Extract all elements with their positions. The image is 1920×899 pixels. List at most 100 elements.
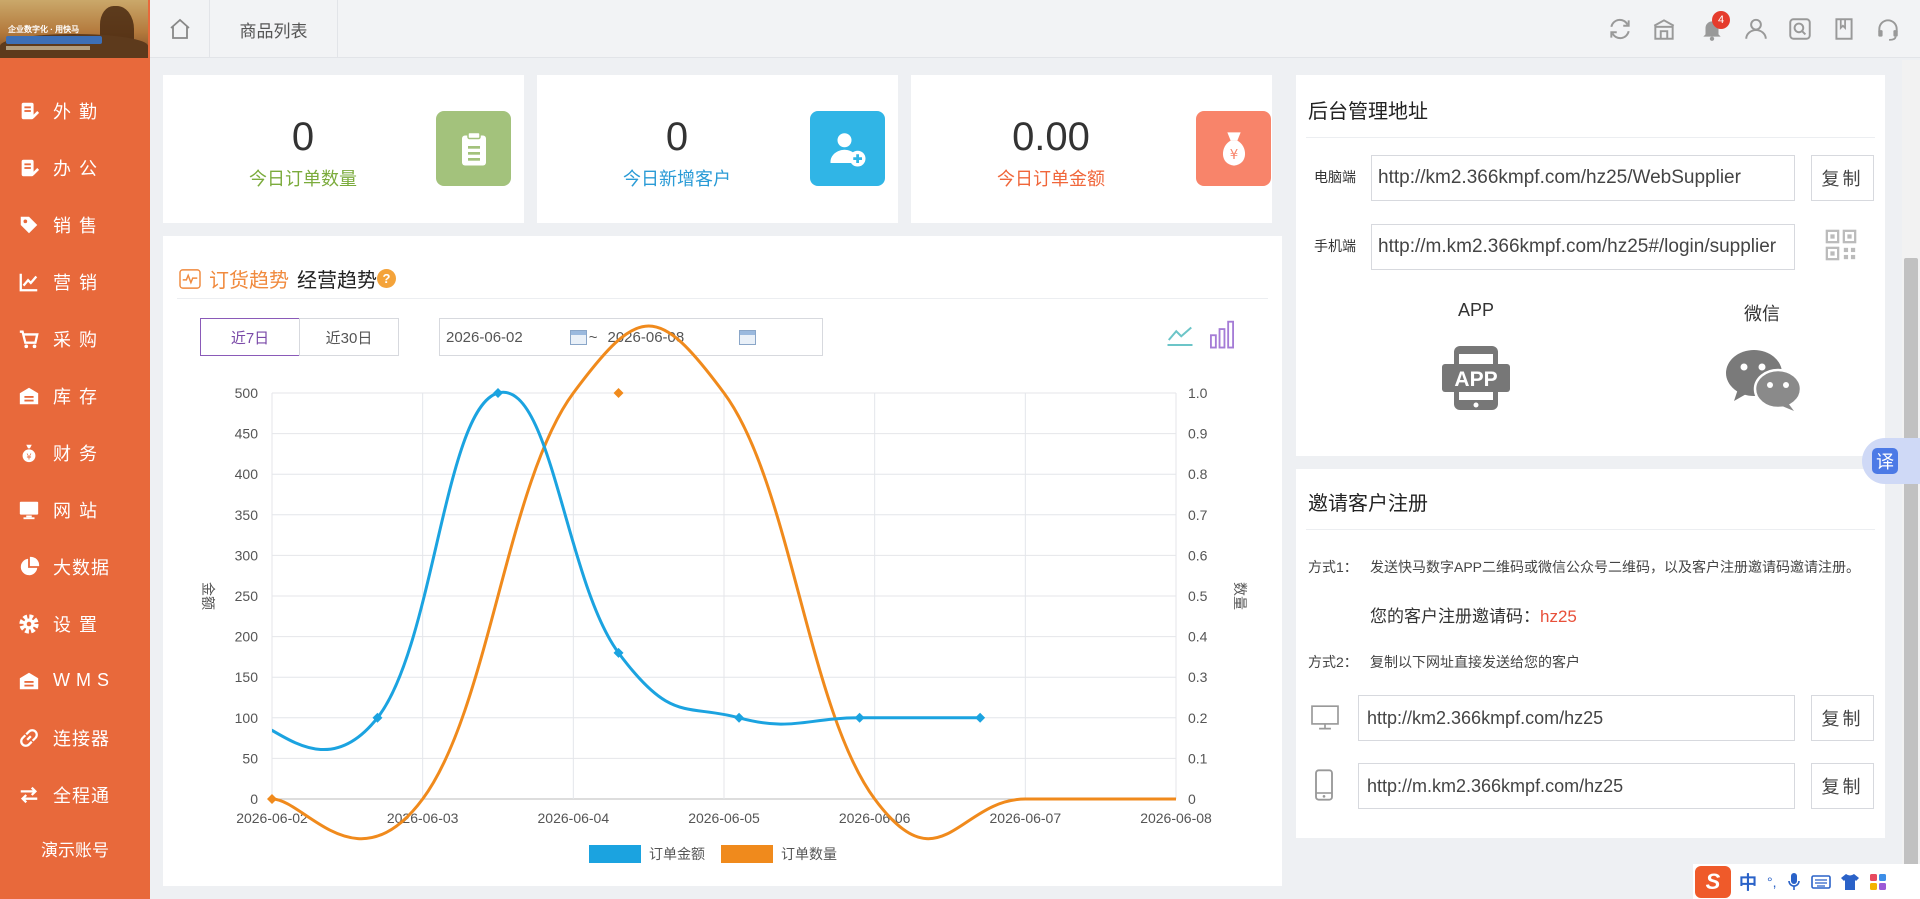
sidebar-item-marketing[interactable]: 营销 bbox=[0, 253, 150, 310]
demo-account-link[interactable]: 演示账号 bbox=[0, 836, 150, 861]
y-left-tick-label: 0 bbox=[250, 791, 258, 807]
transfer-icon bbox=[20, 786, 38, 803]
invite-code-line: 您的客户注册邀请码：hz25 bbox=[1370, 602, 1577, 627]
keyboard-icon[interactable] bbox=[1810, 874, 1831, 890]
sidebar-item-label: 全程通 bbox=[53, 785, 110, 806]
tab-order-trend[interactable]: 订货趋势 bbox=[209, 264, 289, 293]
cart-icon bbox=[19, 330, 39, 348]
ime-language[interactable]: 中 bbox=[1739, 869, 1757, 895]
sidebar-item-sales[interactable]: 销售 bbox=[0, 196, 150, 253]
sidebar-item-label: 网站 bbox=[53, 500, 105, 521]
invite-mobile-url-field[interactable]: http://m.km2.366kmpf.com/hz25 bbox=[1358, 763, 1795, 809]
add-user-icon bbox=[810, 111, 885, 186]
bar-chart-icon bbox=[1210, 320, 1235, 349]
date-from[interactable]: 2026-06-02 bbox=[446, 329, 523, 346]
sidebar-item-inventory[interactable]: 库存 bbox=[0, 367, 150, 424]
app-download-icon[interactable]: APP bbox=[1440, 342, 1512, 414]
money-bag-icon: ¥ bbox=[22, 444, 36, 462]
date-range-picker[interactable]: 2026-06-02 ~ 2026-06-08 bbox=[439, 318, 823, 356]
tab-product-list[interactable]: 商品列表 bbox=[210, 0, 338, 58]
toolbox-icon[interactable] bbox=[1869, 873, 1887, 891]
search-button[interactable] bbox=[1785, 14, 1815, 44]
sidebar-item-all-process[interactable]: 全程通 bbox=[0, 766, 150, 823]
sidebar-item-office[interactable]: 办公 bbox=[0, 139, 150, 196]
range-7-days-button[interactable]: 近7日 bbox=[200, 318, 300, 356]
panel-title: 邀请客户注册 bbox=[1308, 493, 1428, 515]
invite-code-label: 您的客户注册邀请码： bbox=[1370, 607, 1540, 626]
sogou-logo-icon[interactable]: S bbox=[1695, 865, 1731, 898]
range-30-days-button[interactable]: 近30日 bbox=[299, 318, 399, 356]
scrollbar-thumb[interactable] bbox=[1904, 258, 1918, 899]
admin-pc-url-field[interactable]: http://km2.366kmpf.com/hz25/WebSupplier bbox=[1371, 155, 1795, 201]
manual-button[interactable] bbox=[1829, 14, 1859, 44]
data-point-order-quantity bbox=[613, 388, 624, 398]
copy-invite-mobile-url-button[interactable]: 复制 bbox=[1811, 763, 1874, 809]
user-button[interactable] bbox=[1741, 14, 1771, 44]
y-left-axis-title: 金额 bbox=[199, 582, 215, 610]
microphone-icon[interactable] bbox=[1787, 872, 1801, 892]
copy-pc-url-button[interactable]: 复制 bbox=[1811, 155, 1874, 201]
wechat-label: 微信 bbox=[1744, 304, 1780, 324]
sidebar-item-connector[interactable]: 连接器 bbox=[0, 709, 150, 766]
invite-panel: 邀请客户注册 方式1： 发送快马数字APP二维码或微信公众号二维码，以及客户注册… bbox=[1296, 469, 1885, 838]
sidebar-item-settings[interactable]: 设置 bbox=[0, 595, 150, 652]
data-point-order-amount bbox=[854, 712, 865, 723]
stat-value: 0 bbox=[665, 115, 689, 159]
calendar-icon[interactable] bbox=[739, 329, 757, 345]
sidebar-item-label: 库存 bbox=[53, 386, 105, 407]
y-right-tick-label: 0.5 bbox=[1188, 588, 1208, 604]
wechat-icon[interactable] bbox=[1724, 347, 1804, 413]
stat-value: 0 bbox=[291, 115, 315, 159]
data-point-order-amount bbox=[493, 388, 503, 398]
help-icon[interactable]: ? bbox=[377, 269, 396, 288]
notifications-button[interactable]: 4 bbox=[1697, 11, 1730, 44]
sidebar-item-label: 采购 bbox=[53, 329, 105, 350]
sidebar-item-purchase[interactable]: 采购 bbox=[0, 310, 150, 367]
qr-code-icon[interactable] bbox=[1824, 228, 1858, 262]
legend-swatch-order-quantity bbox=[721, 845, 773, 863]
sidebar-item-website[interactable]: 网站 bbox=[0, 481, 150, 538]
y-left-tick-label: 50 bbox=[242, 750, 258, 766]
company-logo[interactable]: 企业数字化 · 用快马 bbox=[0, 0, 148, 58]
line-chart-icon bbox=[1167, 326, 1193, 346]
sidebar-item-label: 设置 bbox=[53, 614, 105, 635]
stat-card-orders: 0 今日订单数量 bbox=[163, 75, 524, 223]
tab-business-trend[interactable]: 经营趋势 bbox=[297, 264, 377, 293]
line-chart-toggle[interactable] bbox=[1165, 320, 1195, 350]
x-tick-label: 2026-06-06 bbox=[839, 810, 911, 826]
y-right-tick-label: 0.2 bbox=[1188, 710, 1208, 726]
sidebar-item-label: 连接器 bbox=[53, 728, 110, 749]
y-right-tick-label: 0.6 bbox=[1188, 547, 1208, 563]
y-right-axis-title: 数量 bbox=[1231, 582, 1247, 610]
search-icon bbox=[1789, 18, 1811, 40]
invite-pc-url-field[interactable]: http://km2.366kmpf.com/hz25 bbox=[1358, 695, 1795, 741]
date-to[interactable]: 2026-06-08 bbox=[608, 329, 685, 346]
sidebar-item-finance[interactable]: ¥ 财务 bbox=[0, 424, 150, 481]
y-right-tick-label: 0.4 bbox=[1188, 629, 1208, 645]
customer-service-button[interactable] bbox=[1873, 14, 1903, 44]
pie-chart-icon bbox=[20, 556, 40, 575]
sidebar-item-label: WMS bbox=[53, 670, 115, 690]
organization-button[interactable] bbox=[1649, 14, 1679, 44]
monitor-icon bbox=[19, 501, 39, 519]
sidebar-item-wms[interactable]: WMS bbox=[0, 652, 150, 709]
refresh-button[interactable] bbox=[1605, 14, 1635, 44]
app-icon-text: APP bbox=[1454, 368, 1497, 391]
sidebar-item-label: 大数据 bbox=[53, 557, 110, 578]
warehouse-icon bbox=[19, 672, 39, 689]
invite-code: hz25 bbox=[1540, 607, 1577, 626]
home-icon bbox=[169, 18, 190, 39]
data-point-order-amount bbox=[975, 712, 986, 723]
headset-icon bbox=[1878, 19, 1898, 41]
admin-mobile-url-field[interactable]: http://m.km2.366kmpf.com/hz25#/login/sup… bbox=[1371, 224, 1795, 270]
translate-button[interactable]: 译 bbox=[1862, 438, 1920, 484]
home-button[interactable] bbox=[150, 0, 210, 58]
calendar-icon[interactable] bbox=[569, 329, 587, 345]
stat-card-customers: 0 今日新增客户 bbox=[537, 75, 898, 223]
copy-invite-pc-url-button[interactable]: 复制 bbox=[1811, 695, 1874, 741]
bar-chart-toggle[interactable] bbox=[1207, 318, 1237, 350]
sidebar-item-big-data[interactable]: 大数据 bbox=[0, 538, 150, 595]
punctuation-icon[interactable]: °, bbox=[1767, 874, 1777, 890]
sidebar-item-field-work[interactable]: 外勤 bbox=[0, 82, 150, 139]
skin-icon[interactable] bbox=[1840, 873, 1860, 891]
